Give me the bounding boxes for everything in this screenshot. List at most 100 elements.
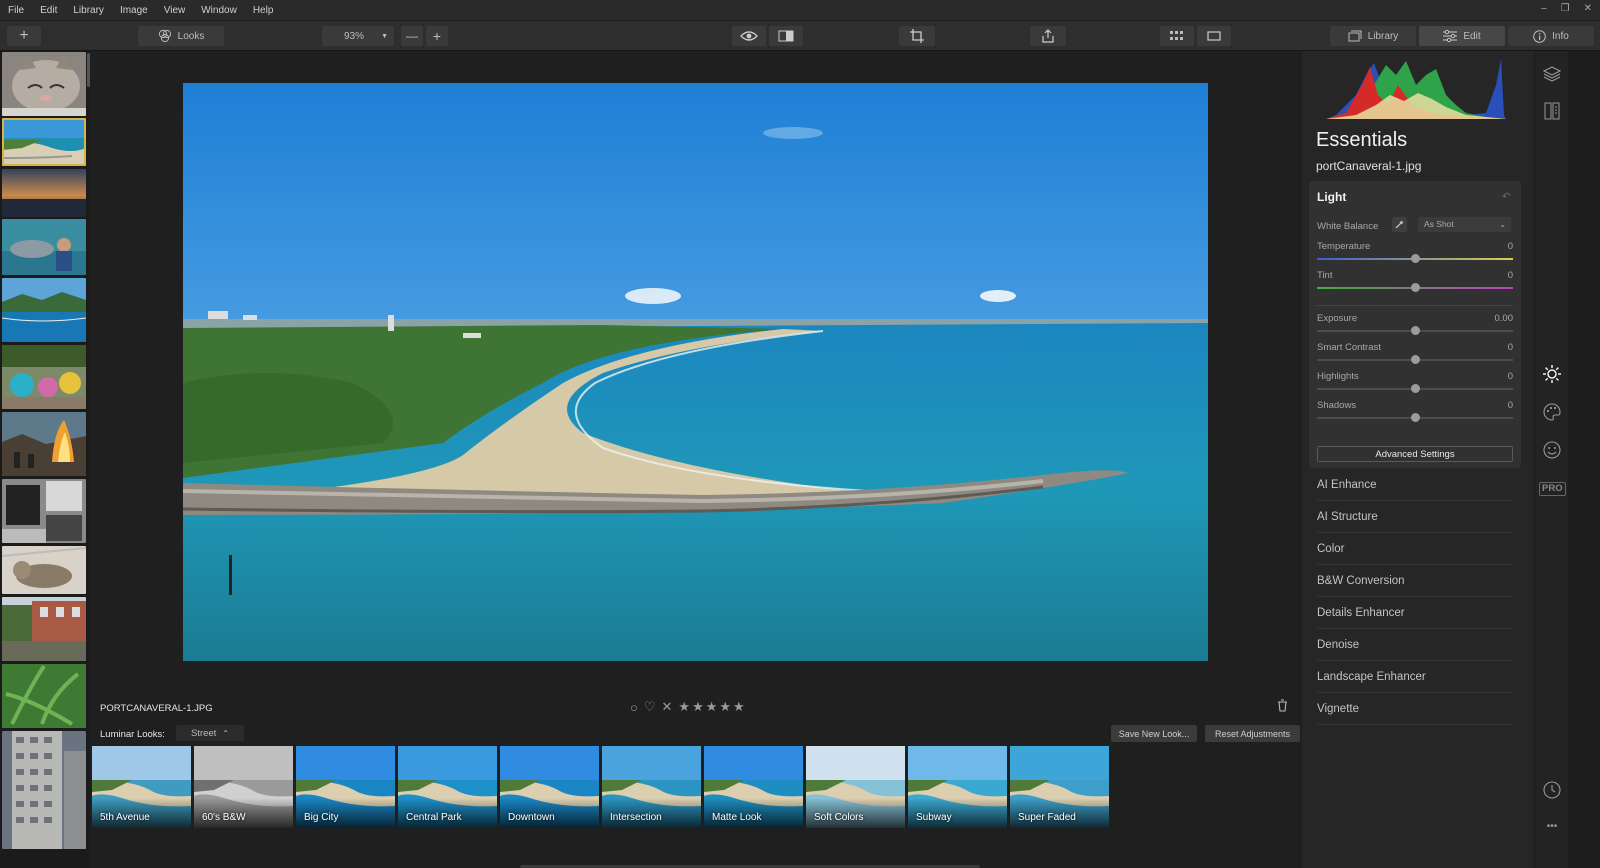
color-label-icon[interactable]: ○ [630, 700, 638, 715]
light-title[interactable]: Light [1317, 190, 1346, 204]
save-new-look-label: Save New Look... [1118, 728, 1190, 739]
filter-details-enhancer[interactable]: Details Enhancer [1317, 597, 1513, 629]
close-button[interactable]: ✕ [1584, 3, 1592, 14]
look-tile[interactable]: Intersection [602, 746, 701, 828]
filter-b-w-conversion[interactable]: B&W Conversion [1317, 565, 1513, 597]
tab-info[interactable]: Info [1508, 26, 1594, 46]
thumbnail-coast[interactable] [2, 278, 86, 342]
thumbnail-fire[interactable] [2, 412, 86, 476]
menu-view[interactable]: View [156, 5, 194, 16]
tab-edit-label: Edit [1463, 30, 1481, 42]
looks-category-select[interactable]: Street ⌃ [176, 725, 244, 741]
filter-ai-enhance[interactable]: AI Enhance [1317, 469, 1513, 501]
thumbnail-port-canaveral[interactable] [2, 118, 86, 166]
zoom-select[interactable]: 93% ▼ [322, 26, 394, 46]
info-icon [1533, 29, 1546, 43]
thumbnail-cat[interactable] [2, 52, 86, 116]
slider-label: Smart Contrast [1317, 342, 1381, 353]
slider-handle[interactable] [1410, 355, 1420, 364]
share-button[interactable] [1030, 26, 1066, 46]
menu-image[interactable]: Image [112, 5, 156, 16]
slider-handle[interactable] [1410, 413, 1420, 422]
thumbnail-house[interactable] [2, 597, 86, 661]
history-icon[interactable] [1541, 779, 1563, 801]
look-tile[interactable]: 5th Avenue [92, 746, 191, 828]
look-tile[interactable]: Super Faded [1010, 746, 1109, 828]
heart-icon[interactable]: ♡ [644, 699, 656, 715]
split-view-icon [778, 30, 794, 42]
thumbnail-office[interactable] [2, 479, 86, 543]
tab-library[interactable]: Library [1330, 26, 1416, 46]
slider-handle[interactable] [1410, 384, 1420, 393]
main-photo[interactable] [183, 83, 1208, 661]
image-info-bar: PORTCANAVERAL-1.JPG ○ ♡ ✕ ★★★★★ [90, 693, 1302, 721]
thumbnail-parade[interactable] [2, 345, 86, 409]
look-tile[interactable]: Central Park [398, 746, 497, 828]
more-icon[interactable]: ••• [1541, 815, 1563, 837]
filter-landscape-enhancer[interactable]: Landscape Enhancer [1317, 661, 1513, 693]
menu-file[interactable]: File [0, 5, 32, 16]
star-rating[interactable]: ★★★★★ [678, 699, 746, 715]
look-tile[interactable]: Downtown [500, 746, 599, 828]
thumbnail-dolphin[interactable] [2, 219, 86, 275]
sun-icon[interactable] [1541, 363, 1563, 385]
zoom-in-button[interactable]: + [426, 26, 448, 46]
menu-library[interactable]: Library [65, 5, 112, 16]
look-tile[interactable]: Big City [296, 746, 395, 828]
canvas-icon[interactable] [1541, 100, 1563, 122]
slider-exposure[interactable]: Exposure 0.00 [1317, 313, 1513, 343]
slider-tint[interactable]: Tint 0 [1317, 270, 1513, 300]
reject-icon[interactable]: ✕ [662, 699, 673, 715]
single-view-button[interactable] [1197, 26, 1231, 46]
reset-icon[interactable]: ↶ [1502, 190, 1511, 203]
thumbnail-cat-lying[interactable] [2, 546, 86, 594]
palette-icon[interactable] [1541, 401, 1563, 423]
slider-handle[interactable] [1410, 326, 1420, 335]
face-icon[interactable] [1541, 439, 1563, 461]
looks-button[interactable]: Looks [138, 26, 224, 46]
filter-denoise[interactable]: Denoise [1317, 629, 1513, 661]
save-new-look-button[interactable]: Save New Look... [1111, 725, 1197, 742]
slider-handle[interactable] [1410, 283, 1420, 292]
thumbnail-building[interactable] [2, 731, 86, 849]
slider-smart-contrast[interactable]: Smart Contrast 0 [1317, 342, 1513, 372]
menu-edit[interactable]: Edit [32, 5, 65, 16]
slider-highlights[interactable]: Highlights 0 [1317, 371, 1513, 401]
eyedropper-icon[interactable] [1392, 217, 1407, 232]
layers-icon[interactable] [1541, 63, 1563, 85]
minimize-button[interactable]: – [1541, 3, 1547, 14]
look-tile[interactable]: Matte Look [704, 746, 803, 828]
compare-button[interactable] [769, 26, 803, 46]
grid-view-button[interactable] [1160, 26, 1194, 46]
trash-icon[interactable] [1277, 699, 1288, 717]
filter-vignette[interactable]: Vignette [1317, 693, 1513, 725]
slider-label: Exposure [1317, 313, 1358, 324]
white-balance-select[interactable]: As Shot ⌄ [1418, 217, 1511, 232]
look-tile[interactable]: Soft Colors [806, 746, 905, 828]
slider-handle[interactable] [1410, 254, 1420, 263]
slider-value: 0 [1507, 270, 1513, 281]
white-balance-label: White Balance [1317, 221, 1379, 232]
filter-ai-structure[interactable]: AI Structure [1317, 501, 1513, 533]
slider-shadows[interactable]: Shadows 0 [1317, 400, 1513, 430]
advanced-settings-button[interactable]: Advanced Settings [1317, 446, 1513, 462]
menu-window[interactable]: Window [193, 5, 245, 16]
looks-category-value: Street [190, 727, 217, 739]
tab-edit[interactable]: Edit [1419, 26, 1505, 46]
look-tile[interactable]: 60's B&W [194, 746, 293, 828]
pro-badge[interactable]: PRO [1539, 482, 1566, 496]
look-tile[interactable]: Subway [908, 746, 1007, 828]
zoom-out-button[interactable]: — [401, 26, 423, 46]
thumbnail-plant[interactable] [2, 664, 86, 728]
crop-button[interactable] [899, 26, 935, 46]
filter-color[interactable]: Color [1317, 533, 1513, 565]
menu-help[interactable]: Help [245, 5, 282, 16]
preview-button[interactable] [732, 26, 766, 46]
look-name: Matte Look [712, 812, 762, 823]
thumbnail-sunset[interactable] [2, 169, 86, 217]
maximize-button[interactable]: ❐ [1561, 3, 1570, 14]
add-button[interactable]: + [7, 26, 41, 46]
reset-adjustments-button[interactable]: Reset Adjustments [1205, 725, 1300, 742]
section-divider [1317, 305, 1513, 306]
slider-temperature[interactable]: Temperature 0 [1317, 241, 1513, 271]
